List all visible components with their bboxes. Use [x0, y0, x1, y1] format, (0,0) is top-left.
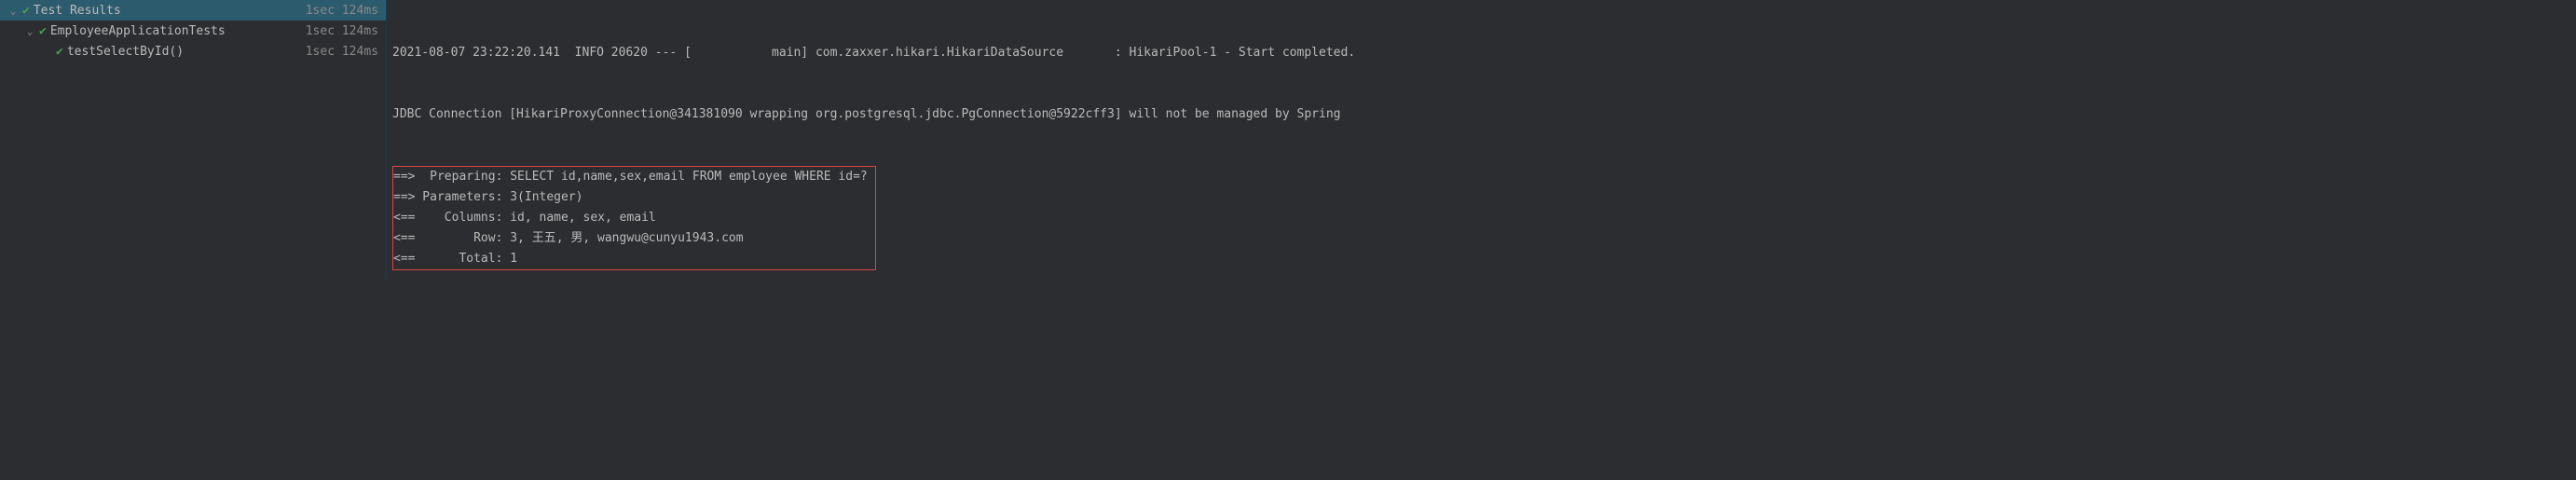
console-line: 2021-08-07 23:22:20.141 INFO 20620 --- [… [392, 43, 2570, 63]
test-suite-label: EmployeeApplicationTests [50, 24, 226, 38]
console-output[interactable]: 2021-08-07 23:22:20.141 INFO 20620 --- [… [387, 0, 2576, 280]
test-method-row[interactable]: ✔ testSelectById() 1sec 124ms [0, 41, 386, 62]
sql-debug-box: ==> Preparing: SELECT id,name,sex,email … [392, 166, 2570, 270]
test-root-row[interactable]: ⌄ ✔ Test Results 1sec 124ms [0, 0, 386, 21]
console-line: JDBC Connection [HikariProxyConnection@3… [392, 104, 2570, 125]
test-suite-row[interactable]: ⌄ ✔ EmployeeApplicationTests 1sec 124ms [0, 21, 386, 41]
chevron-down-icon[interactable]: ⌄ [24, 25, 35, 37]
console-line: ==> Preparing: SELECT id,name,sex,email … [393, 170, 875, 184]
test-root-time: 1sec 124ms [306, 4, 378, 18]
check-icon: ✔ [22, 4, 30, 18]
test-suite-time: 1sec 124ms [306, 24, 378, 38]
test-results-panel: ⌄ ✔ Test Results 1sec 124ms ⌄ ✔ Employee… [0, 0, 387, 280]
check-icon: ✔ [56, 45, 63, 59]
console-line: <== Total: 1 [393, 252, 517, 266]
chevron-down-icon[interactable]: ⌄ [7, 5, 19, 17]
test-method-label: testSelectById() [67, 45, 184, 59]
console-line: <== Columns: id, name, sex, email [393, 211, 656, 225]
test-method-time: 1sec 124ms [306, 45, 378, 59]
check-icon: ✔ [39, 24, 47, 38]
test-root-label: Test Results [34, 4, 121, 18]
console-line: ==> Parameters: 3(Integer) [393, 190, 583, 204]
console-line: <== Row: 3, 王五, 男, wangwu@cunyu1943.com [393, 231, 744, 245]
